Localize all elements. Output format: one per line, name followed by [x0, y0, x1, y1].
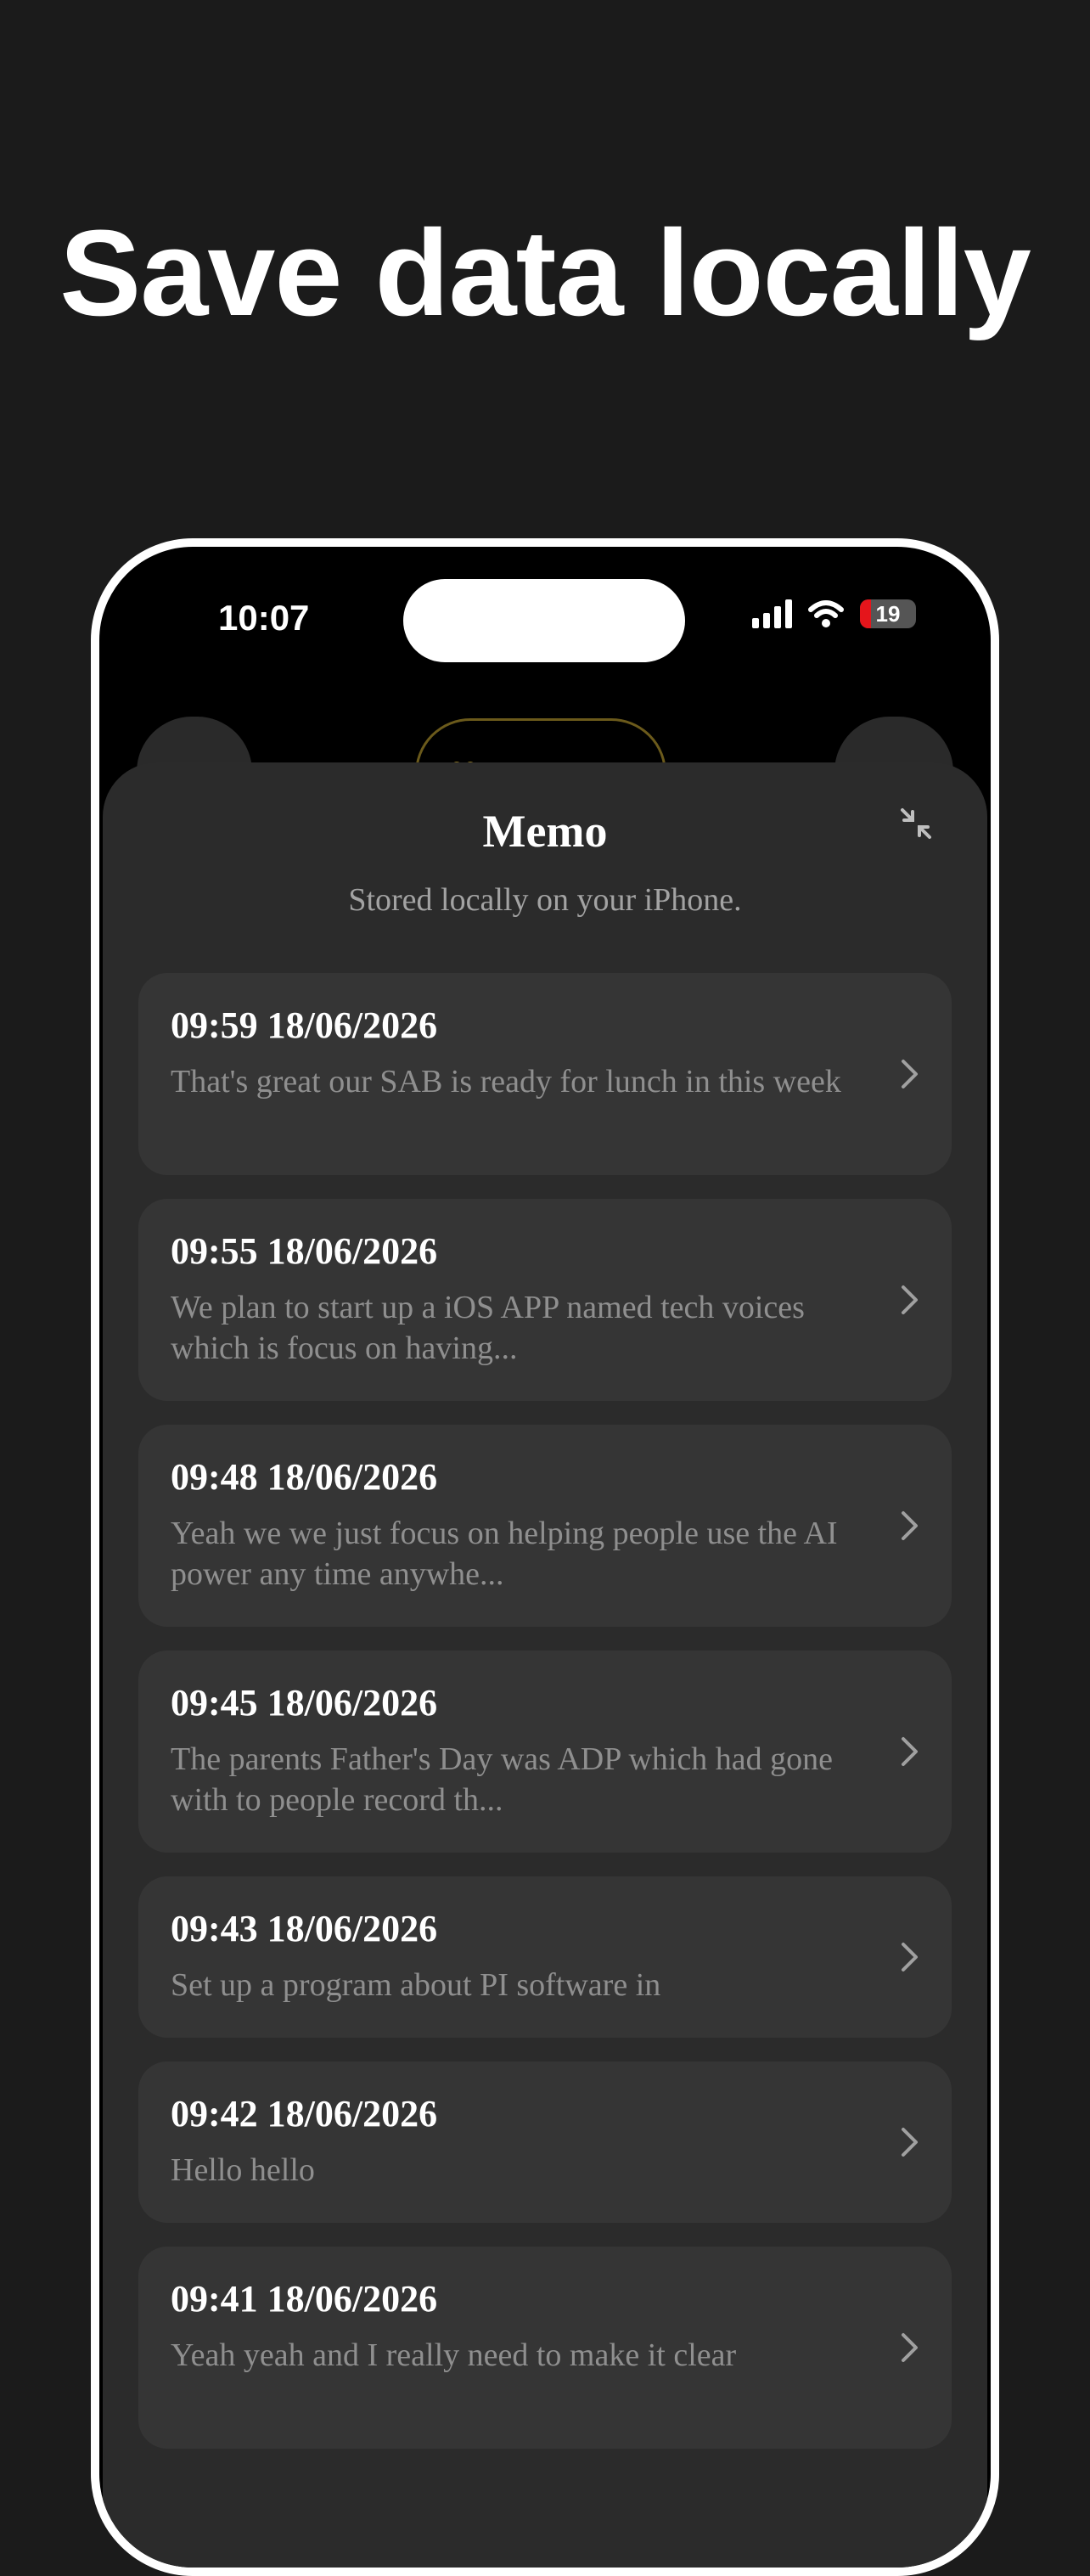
memo-date: 09:42 18/06/2026	[171, 2093, 438, 2134]
memo-item[interactable]: 09:42 18/06/2026 Hello hello	[138, 2061, 952, 2223]
memo-preview: Hello hello	[171, 2152, 315, 2188]
status-icons: 19	[752, 599, 916, 628]
chevron-right-icon	[902, 1285, 918, 1314]
memo-date: 09:59 18/06/2026	[171, 1004, 438, 1046]
sheet-subtitle: Stored locally on your iPhone.	[348, 882, 742, 918]
headline: Save data locally	[59, 205, 1031, 341]
phone-frame: 10:07 19 Live voice Memo Stored locally …	[91, 538, 999, 2576]
memo-preview: We plan to start up a iOS APP named tech…	[171, 1290, 805, 1366]
memo-preview: The parents Father's Day was ADP which h…	[171, 1741, 834, 1818]
chevron-right-icon	[902, 2333, 918, 2362]
chevron-right-icon	[902, 1060, 918, 1088]
battery-level: 19	[875, 601, 901, 627]
collapse-icon[interactable]	[897, 805, 935, 842]
memo-item[interactable]: 09:43 18/06/2026 Set up a program about …	[138, 1876, 952, 2038]
memo-item[interactable]: 09:45 18/06/2026 The parents Father's Da…	[138, 1651, 952, 1853]
memo-date: 09:55 18/06/2026	[171, 1230, 438, 1272]
wifi-icon	[808, 600, 844, 627]
sheet-title: Memo	[482, 806, 608, 857]
memo-sheet: Memo Stored locally on your iPhone. 09:5…	[103, 762, 987, 2568]
memo-date: 09:43 18/06/2026	[171, 1908, 438, 1949]
memo-item[interactable]: 09:55 18/06/2026 We plan to start up a i…	[138, 1199, 952, 1401]
memo-item[interactable]: 09:48 18/06/2026 Yeah we we just focus o…	[138, 1425, 952, 1627]
chevron-right-icon	[902, 2128, 918, 2157]
chevron-right-icon	[902, 1511, 918, 1540]
memo-preview: Yeah yeah and I really need to make it c…	[171, 2337, 737, 2373]
memo-date: 09:41 18/06/2026	[171, 2278, 438, 2320]
status-time: 10:07	[218, 598, 310, 638]
memo-item[interactable]: 09:59 18/06/2026 That's great our SAB is…	[138, 973, 952, 1175]
battery-icon: 19	[860, 599, 916, 628]
chevron-right-icon	[902, 1943, 918, 1971]
memo-item[interactable]: 09:41 18/06/2026 Yeah yeah and I really …	[138, 2247, 952, 2449]
cellular-signal-icon	[752, 599, 792, 628]
memo-preview: Set up a program about PI software in	[171, 1967, 661, 2003]
memo-preview: Yeah we we just focus on helping people …	[171, 1516, 838, 1592]
memo-date: 09:45 18/06/2026	[171, 1682, 438, 1724]
memo-date: 09:48 18/06/2026	[171, 1456, 438, 1498]
dynamic-island	[403, 579, 685, 662]
chevron-right-icon	[902, 1737, 918, 1766]
memo-preview: That's great our SAB is ready for lunch …	[171, 1064, 841, 1100]
